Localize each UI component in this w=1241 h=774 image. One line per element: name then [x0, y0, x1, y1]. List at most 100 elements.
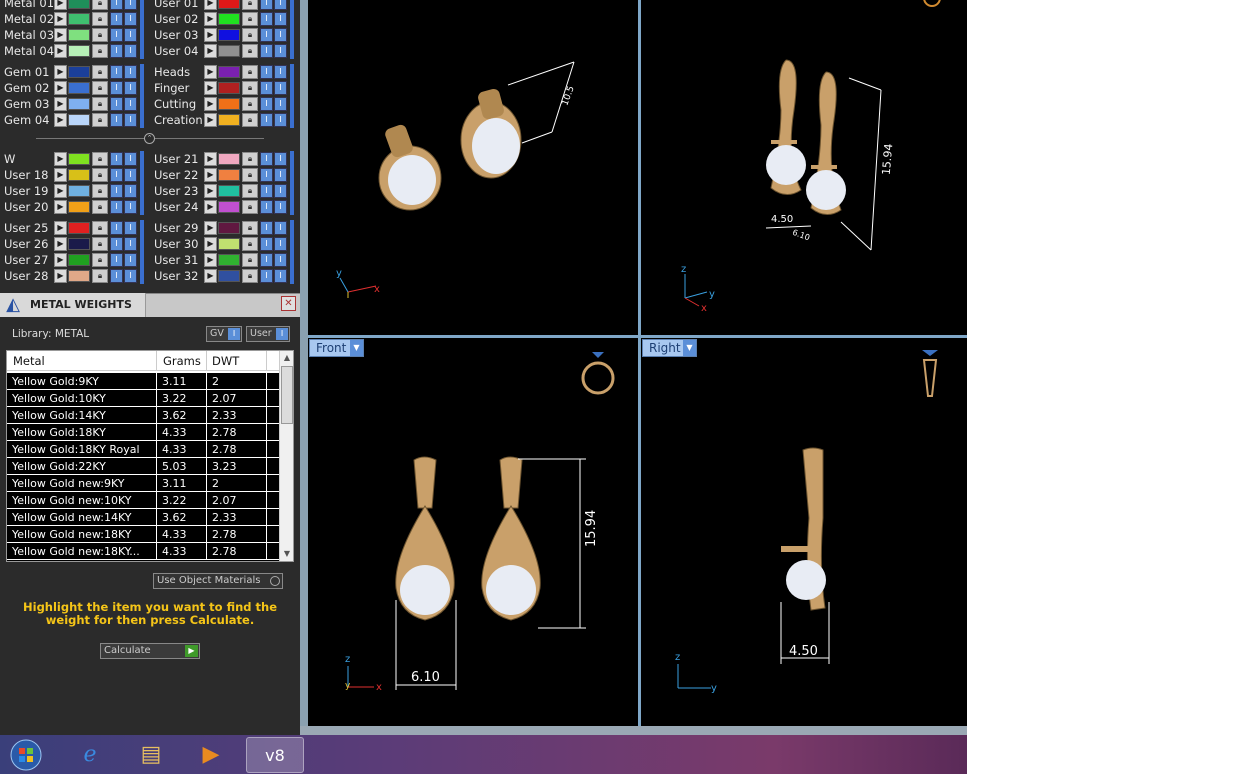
- select-toggle[interactable]: I: [124, 168, 137, 182]
- select-toggle[interactable]: I: [274, 28, 287, 42]
- visibility-toggle[interactable]: I: [260, 12, 273, 26]
- lock-icon[interactable]: 🔒︎: [242, 168, 258, 182]
- user-toggle[interactable]: User I: [246, 326, 290, 342]
- table-row[interactable]: Yellow Gold:18KY Royal 4.33 2.78: [7, 441, 279, 458]
- lock-icon[interactable]: 🔒︎: [92, 152, 108, 166]
- layer-color-swatch[interactable]: [68, 13, 90, 25]
- viewport-perspective[interactable]: 10.5 x y: [308, 0, 638, 335]
- play-icon[interactable]: ▶: [204, 81, 217, 95]
- visibility-toggle[interactable]: I: [260, 28, 273, 42]
- layer-color-swatch[interactable]: [218, 254, 240, 266]
- table-row[interactable]: Yellow Gold new:10KY 3.22 2.07: [7, 492, 279, 509]
- visibility-toggle[interactable]: I: [110, 184, 123, 198]
- viewport-right[interactable]: 4.50 z y Right ▼: [641, 338, 967, 726]
- play-icon[interactable]: ▶: [54, 0, 67, 10]
- layer-color-swatch[interactable]: [68, 153, 90, 165]
- play-icon[interactable]: ▶: [54, 97, 67, 111]
- layer-color-swatch[interactable]: [218, 238, 240, 250]
- layer-color-swatch[interactable]: [218, 201, 240, 213]
- table-row[interactable]: Yellow Gold:10KY 3.22 2.07: [7, 390, 279, 407]
- layer-row[interactable]: User 26 ▶ 🔒︎ I I: [0, 236, 146, 252]
- table-row[interactable]: Yellow Gold new:18KY 4.33 2.78: [7, 526, 279, 543]
- select-toggle[interactable]: I: [124, 12, 137, 26]
- layer-color-swatch[interactable]: [218, 13, 240, 25]
- visibility-toggle[interactable]: I: [260, 200, 273, 214]
- lock-icon[interactable]: 🔒︎: [92, 237, 108, 251]
- view-selector-right[interactable]: Right ▼: [642, 339, 697, 357]
- viewport-front[interactable]: 15.94 6.10 z x y Front ▼: [308, 338, 638, 726]
- play-icon[interactable]: ▶: [54, 237, 67, 251]
- lock-icon[interactable]: 🔒︎: [242, 152, 258, 166]
- layer-row[interactable]: User 04 ▶ 🔒︎ I I: [150, 43, 296, 59]
- lock-icon[interactable]: 🔒︎: [92, 184, 108, 198]
- layer-row[interactable]: User 25 ▶ 🔒︎ I I: [0, 220, 146, 236]
- layer-row[interactable]: User 31 ▶ 🔒︎ I I: [150, 252, 296, 268]
- select-toggle[interactable]: I: [274, 253, 287, 267]
- lock-icon[interactable]: 🔒︎: [92, 44, 108, 58]
- layer-row[interactable]: User 24 ▶ 🔒︎ I I: [150, 199, 296, 215]
- layer-color-swatch[interactable]: [218, 82, 240, 94]
- table-row[interactable]: Yellow Gold:18KY 4.33 2.78: [7, 424, 279, 441]
- select-toggle[interactable]: I: [274, 81, 287, 95]
- scroll-up-icon[interactable]: ▲: [280, 351, 293, 365]
- lock-icon[interactable]: 🔒︎: [92, 97, 108, 111]
- lock-icon[interactable]: 🔒︎: [242, 81, 258, 95]
- layer-color-swatch[interactable]: [218, 114, 240, 126]
- visibility-toggle[interactable]: I: [110, 65, 123, 79]
- layer-row[interactable]: Metal 01 ▶ 🔒︎ I I: [0, 0, 146, 11]
- visibility-toggle[interactable]: I: [260, 65, 273, 79]
- layer-color-swatch[interactable]: [68, 98, 90, 110]
- play-icon[interactable]: ▶: [54, 184, 67, 198]
- visibility-toggle[interactable]: I: [110, 97, 123, 111]
- table-row[interactable]: Yellow Gold new:18KY... 4.33 2.78: [7, 543, 279, 560]
- visibility-toggle[interactable]: I: [110, 12, 123, 26]
- layer-row[interactable]: Cutting ▶ 🔒︎ I I: [150, 96, 296, 112]
- lock-icon[interactable]: 🔒︎: [242, 65, 258, 79]
- play-icon[interactable]: ▶: [204, 269, 217, 283]
- layer-color-swatch[interactable]: [68, 169, 90, 181]
- layer-color-swatch[interactable]: [68, 66, 90, 78]
- visibility-toggle[interactable]: I: [110, 237, 123, 251]
- play-icon[interactable]: ▶: [54, 113, 67, 127]
- column-grams[interactable]: Grams: [163, 354, 201, 368]
- play-icon[interactable]: ▶: [54, 269, 67, 283]
- select-toggle[interactable]: I: [124, 269, 137, 283]
- table-row[interactable]: Yellow Gold:22KY 5.03 3.23: [7, 458, 279, 475]
- visibility-toggle[interactable]: I: [260, 113, 273, 127]
- select-toggle[interactable]: I: [124, 152, 137, 166]
- select-toggle[interactable]: I: [124, 253, 137, 267]
- select-toggle[interactable]: I: [274, 269, 287, 283]
- layer-row[interactable]: User 01 ▶ 🔒︎ I I: [150, 0, 296, 11]
- lock-icon[interactable]: 🔒︎: [92, 12, 108, 26]
- lock-icon[interactable]: 🔒︎: [242, 200, 258, 214]
- select-toggle[interactable]: I: [124, 81, 137, 95]
- play-icon[interactable]: ▶: [204, 168, 217, 182]
- select-toggle[interactable]: I: [274, 152, 287, 166]
- column-dwt[interactable]: DWT: [212, 354, 239, 368]
- layer-row[interactable]: User 02 ▶ 🔒︎ I I: [150, 11, 296, 27]
- lock-icon[interactable]: 🔒︎: [92, 221, 108, 235]
- play-icon[interactable]: ▶: [204, 200, 217, 214]
- layer-row[interactable]: Metal 04 ▶ 🔒︎ I I: [0, 43, 146, 59]
- layer-color-swatch[interactable]: [68, 45, 90, 57]
- play-icon[interactable]: ▶: [54, 81, 67, 95]
- visibility-toggle[interactable]: I: [260, 221, 273, 235]
- lock-icon[interactable]: 🔒︎: [92, 0, 108, 10]
- visibility-toggle[interactable]: I: [110, 253, 123, 267]
- lock-icon[interactable]: 🔒︎: [92, 200, 108, 214]
- layer-color-swatch[interactable]: [68, 114, 90, 126]
- layer-color-swatch[interactable]: [68, 254, 90, 266]
- play-icon[interactable]: ▶: [204, 12, 217, 26]
- select-toggle[interactable]: I: [274, 0, 287, 10]
- visibility-toggle[interactable]: I: [260, 237, 273, 251]
- select-toggle[interactable]: I: [274, 221, 287, 235]
- lock-icon[interactable]: 🔒︎: [242, 44, 258, 58]
- layer-row[interactable]: Gem 02 ▶ 🔒︎ I I: [0, 80, 146, 96]
- layer-row[interactable]: User 18 ▶ 🔒︎ I I: [0, 167, 146, 183]
- layer-color-swatch[interactable]: [218, 66, 240, 78]
- file-explorer-icon[interactable]: ▤: [131, 737, 171, 773]
- play-icon[interactable]: ▶: [204, 221, 217, 235]
- visibility-toggle[interactable]: I: [110, 168, 123, 182]
- layer-color-swatch[interactable]: [68, 222, 90, 234]
- layer-row[interactable]: User 22 ▶ 🔒︎ I I: [150, 167, 296, 183]
